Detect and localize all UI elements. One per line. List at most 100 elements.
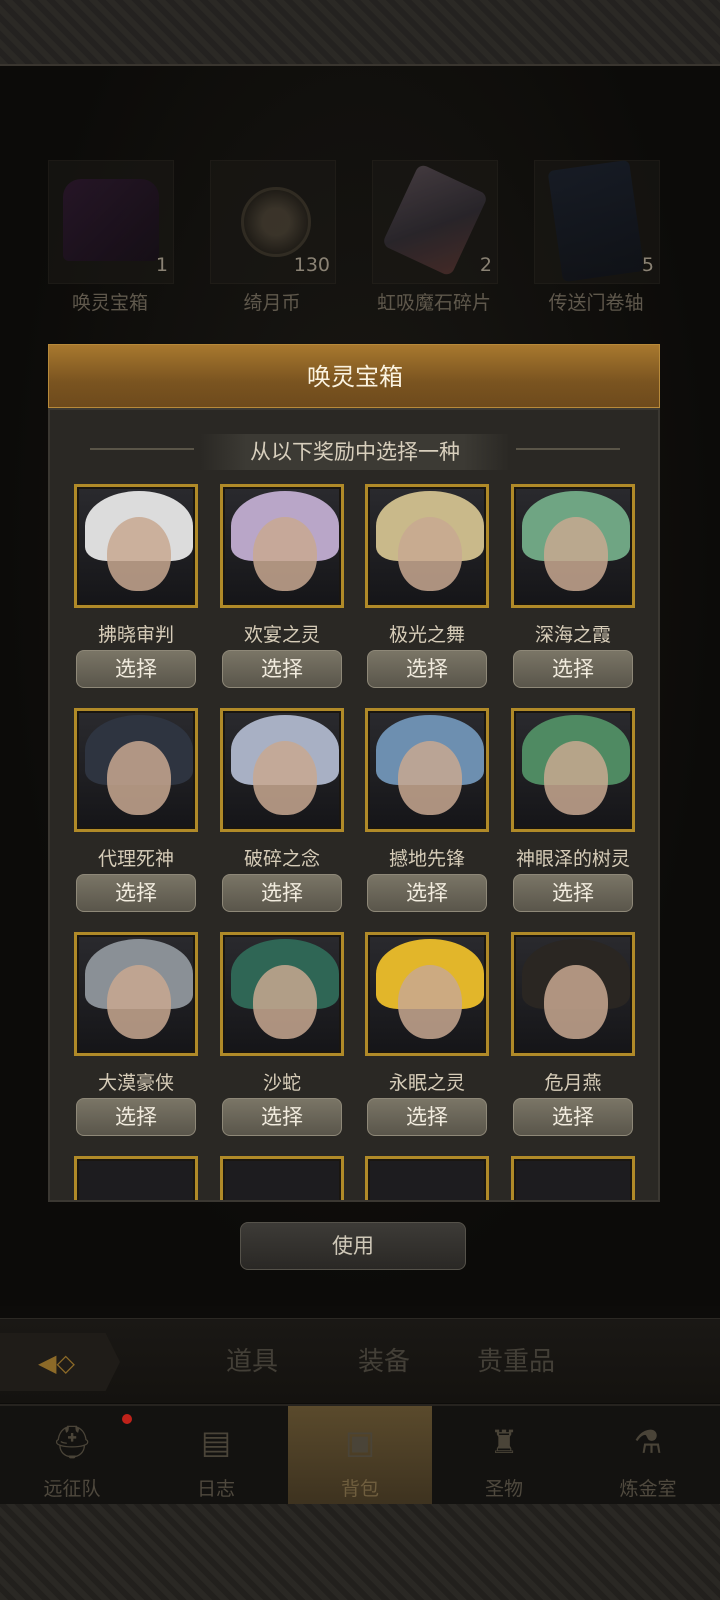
journal-icon: ▤ [200, 1423, 232, 1461]
hero-portrait[interactable] [220, 708, 344, 832]
tab-items[interactable]: 道具 [192, 1341, 312, 1378]
back-button[interactable]: ◀◇ [0, 1333, 120, 1391]
dialog-body: 从以下奖励中选择一种 拂晓审判 选择 欢宴之灵 选择 极光之舞 选择 深海之霞 选择 代理死神选… [48, 408, 660, 1202]
hero-portrait[interactable] [74, 484, 198, 608]
hero-portrait[interactable] [74, 932, 198, 1056]
portrait-face [544, 741, 608, 815]
portrait-face [398, 965, 462, 1039]
hero-portrait[interactable] [220, 1156, 344, 1200]
select-button[interactable]: 选择 [76, 650, 196, 688]
hero-name: 拂晓审判 [97, 624, 174, 646]
hero-name: 大漠豪侠 [97, 1072, 174, 1094]
nav-label: 远征队 [43, 1478, 101, 1500]
inventory-count: 2 [479, 254, 492, 276]
bottom-navigation: ⛑ 远征队 ▤ 日志 ▣ 背包 ♜ 圣物 ⚗ 炼金室 [0, 1404, 720, 1506]
hero-name: 永眠之灵 [388, 1072, 465, 1094]
nav-label: 背包 [340, 1478, 379, 1500]
nav-expedition[interactable]: ⛑ 远征队 [0, 1406, 144, 1506]
tab-valuables[interactable]: 贵重品 [456, 1341, 576, 1378]
portrait-face [107, 965, 171, 1039]
top-decor-bar [0, 0, 720, 66]
portrait-face [107, 741, 171, 815]
inventory-count: 5 [641, 254, 654, 276]
select-button[interactable]: 选择 [76, 1098, 196, 1136]
hero-portrait[interactable] [511, 708, 635, 832]
hero-portrait[interactable] [511, 932, 635, 1056]
hero-name: 危月燕 [544, 1072, 602, 1094]
relic-icon: ♜ [489, 1423, 519, 1461]
portrait-face [253, 741, 317, 815]
chest-icon [63, 179, 159, 261]
hero-card: 撼地先锋 选择 [365, 708, 489, 918]
hero-card: 破碎之念 选择 [220, 708, 344, 918]
hero-portrait[interactable] [511, 484, 635, 608]
hero-portrait[interactable] [74, 1156, 198, 1200]
scroll-icon [547, 159, 645, 283]
hero-portrait[interactable] [511, 1156, 635, 1200]
select-button[interactable]: 选择 [222, 1098, 342, 1136]
hero-card: 神眼泽的树灵 选择 [511, 708, 635, 918]
select-button[interactable]: 选择 [76, 874, 196, 912]
hero-name: 沙蛇 [262, 1072, 301, 1094]
portrait-face [544, 965, 608, 1039]
nav-label: 炼金室 [619, 1478, 677, 1500]
portrait-face [398, 517, 462, 591]
select-button[interactable]: 选择 [367, 1098, 487, 1136]
hero-name: 极光之舞 [388, 624, 465, 646]
backpack-icon: ▣ [344, 1423, 376, 1461]
portrait-face [253, 965, 317, 1039]
dialog-subtitle: 从以下奖励中选择一种 [250, 440, 460, 464]
reward-select-dialog: 唤灵宝箱 从以下奖励中选择一种 拂晓审判 选择 欢宴之灵 选择 极光之舞 选择 深海之霞 选择… [48, 344, 660, 1202]
select-button[interactable]: 选择 [513, 874, 633, 912]
hero-portrait[interactable] [365, 484, 489, 608]
select-button[interactable]: 选择 [367, 874, 487, 912]
nav-backpack[interactable]: ▣ 背包 [288, 1406, 432, 1506]
dialog-title: 唤灵宝箱 [307, 363, 403, 391]
hero-name: 撼地先锋 [388, 848, 465, 870]
nav-alchemy[interactable]: ⚗ 炼金室 [576, 1406, 720, 1506]
viking-helmet-icon: ⛑ [51, 1423, 93, 1461]
tab-equipment[interactable]: 装备 [324, 1341, 444, 1378]
hero-name: 破碎之念 [243, 848, 320, 870]
moon-coin-icon [241, 187, 311, 257]
hero-portrait[interactable] [220, 932, 344, 1056]
hero-card: 极光之舞 选择 [365, 484, 489, 694]
inventory-item-chest[interactable]: 1 唤灵宝箱 [48, 160, 174, 314]
nav-label: 圣物 [484, 1478, 523, 1500]
use-button[interactable]: 使用 [240, 1222, 466, 1270]
select-button[interactable]: 选择 [513, 650, 633, 688]
inventory-item-scroll[interactable]: 5 传送门卷轴 [534, 159, 660, 314]
portrait-face [398, 741, 462, 815]
hero-portrait[interactable] [74, 708, 198, 832]
inventory-label: 传送门卷轴 [548, 292, 644, 314]
dialog-header: 唤灵宝箱 [48, 344, 660, 408]
divider [516, 448, 620, 450]
inventory-label: 虹吸魔石碎片 [376, 292, 491, 314]
nav-journal[interactable]: ▤ 日志 [144, 1406, 288, 1506]
hero-name: 欢宴之灵 [243, 624, 320, 646]
inventory-item-crystal[interactable]: 2 虹吸魔石碎片 [372, 160, 498, 314]
hero-name: 深海之霞 [534, 624, 611, 646]
hero-portrait[interactable] [365, 1156, 489, 1200]
hero-card: 拂晓审判 选择 [74, 484, 198, 694]
inventory-count: 130 [293, 254, 330, 276]
select-button[interactable]: 选择 [222, 874, 342, 912]
select-button[interactable]: 选择 [222, 650, 342, 688]
hero-card: 深海之霞 选择 [511, 484, 635, 694]
hero-portrait[interactable] [365, 932, 489, 1056]
hero-card: 大漠豪侠 选择 [74, 932, 198, 1142]
bottom-decor-bar [0, 1504, 720, 1600]
hero-name: 神眼泽的树灵 [515, 848, 630, 870]
portrait-face [253, 517, 317, 591]
crystal-icon [381, 163, 489, 277]
select-button[interactable]: 选择 [367, 650, 487, 688]
select-button[interactable]: 选择 [513, 1098, 633, 1136]
hero-portrait[interactable] [220, 484, 344, 608]
portrait-face [544, 517, 608, 591]
nav-relics[interactable]: ♜ 圣物 [432, 1406, 576, 1506]
hero-card: 代理死神 选择 [74, 708, 198, 918]
inventory-item-coin[interactable]: 130 绮月币 [210, 160, 336, 314]
notification-dot [122, 1414, 132, 1424]
hero-portrait[interactable] [365, 708, 489, 832]
hero-card: 欢宴之灵 选择 [220, 484, 344, 694]
